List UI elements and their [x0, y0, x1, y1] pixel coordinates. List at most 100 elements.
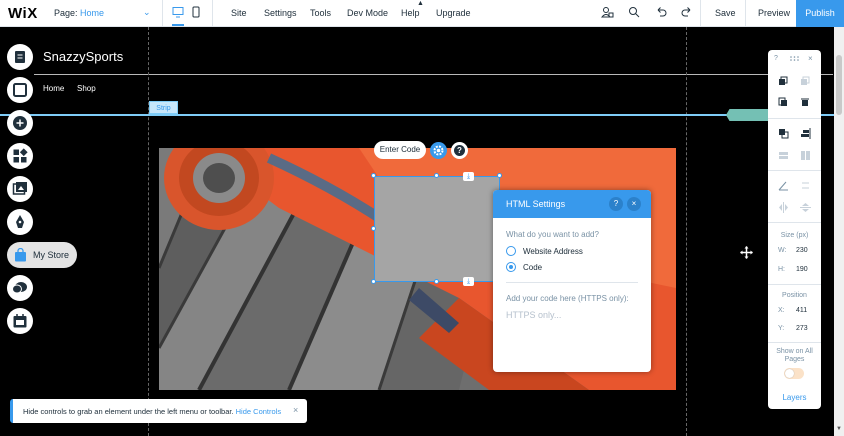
resize-handle[interactable]	[371, 279, 376, 284]
menu-help[interactable]: Help	[401, 8, 420, 18]
code-label[interactable]: Code	[523, 263, 542, 272]
paste-icon	[801, 76, 810, 85]
layers-button[interactable]: Layers	[768, 393, 821, 402]
arrange-icon[interactable]	[778, 128, 789, 139]
toast-close-icon[interactable]: ×	[293, 405, 298, 415]
add-button[interactable]	[7, 110, 33, 136]
align-icon[interactable]	[800, 128, 811, 139]
blog-button[interactable]	[7, 209, 33, 235]
wix-editor: WiX Page: Home ⌄ Site Settings Tools Dev…	[0, 0, 844, 436]
website-address-label[interactable]: Website Address	[523, 247, 583, 256]
resize-handle[interactable]	[371, 173, 376, 178]
gear-icon	[433, 145, 444, 156]
bookings-button[interactable]	[7, 308, 33, 334]
code-textarea[interactable]: HTTPS only...	[506, 310, 561, 320]
app-market-icon	[13, 148, 28, 163]
html-embed-element[interactable]	[374, 176, 500, 282]
panel-header[interactable]: HTML Settings ? ×	[493, 190, 651, 218]
menu-tools[interactable]: Tools	[310, 8, 331, 18]
desktop-active-indicator	[172, 24, 184, 26]
page-value: Home	[80, 8, 105, 18]
divider	[700, 0, 701, 27]
divider	[768, 342, 821, 343]
hide-controls-toast: Hide controls to grab an element under t…	[10, 399, 307, 423]
strip-label[interactable]: Strip	[149, 101, 178, 114]
app-market-button[interactable]	[7, 143, 33, 169]
delete-icon[interactable]	[800, 97, 810, 107]
scroll-down-icon[interactable]: ▼	[836, 426, 842, 432]
radio-code[interactable]	[506, 262, 516, 272]
panel-title: HTML Settings	[506, 199, 566, 209]
match-size-icon	[779, 152, 788, 159]
site-name[interactable]: SnazzySports	[43, 49, 123, 64]
my-store-button[interactable]: My Store	[7, 242, 77, 268]
chevron-down-icon[interactable]: ⌄	[143, 7, 151, 18]
menu-site[interactable]: Site	[231, 8, 247, 18]
y-value[interactable]: 273	[796, 325, 808, 332]
divider	[768, 284, 821, 285]
height-value[interactable]: 190	[796, 266, 808, 273]
copy-icon[interactable]	[778, 76, 788, 86]
chat-button[interactable]	[7, 275, 33, 301]
radio-website-address[interactable]	[506, 246, 516, 256]
publish-button[interactable]: Publish	[796, 0, 844, 27]
divider	[162, 0, 163, 27]
resize-handle[interactable]	[434, 173, 439, 178]
duplicate-icon[interactable]	[778, 97, 788, 107]
menu-upgrade[interactable]: Upgrade	[436, 8, 471, 18]
size-title: Size (px)	[780, 232, 809, 239]
html-settings-panel: HTML Settings ? × What do you want to ad…	[493, 190, 651, 372]
redo-icon[interactable]	[681, 6, 693, 18]
settings-button[interactable]	[430, 142, 447, 159]
x-value[interactable]: 411	[796, 307, 807, 314]
resize-handle[interactable]	[497, 173, 502, 178]
flip-vertical-icon	[800, 203, 811, 212]
enter-code-button[interactable]: Enter Code	[374, 141, 426, 159]
strip-handle[interactable]	[726, 109, 770, 121]
zoom-icon[interactable]	[628, 6, 640, 18]
nav-home[interactable]: Home	[43, 84, 64, 93]
collapse-toolbar-icon[interactable]: ▲	[417, 0, 424, 7]
menu-settings[interactable]: Settings	[264, 8, 297, 18]
wix-logo[interactable]: WiX	[8, 5, 38, 22]
rotate-icon[interactable]	[778, 180, 789, 191]
pages-icon	[15, 51, 25, 63]
nav-shop[interactable]: Shop	[77, 84, 96, 93]
position-title: Position	[782, 292, 807, 299]
width-key: W:	[778, 247, 787, 254]
toast-message: Hide controls to grab an element under t…	[23, 407, 281, 416]
panel-help-button[interactable]: ?	[609, 197, 623, 211]
stretch-top-icon[interactable]: ⤓	[463, 172, 474, 181]
resize-handle[interactable]	[371, 226, 376, 231]
gridline-right	[686, 27, 687, 436]
pages-button[interactable]	[7, 44, 33, 70]
undo-icon[interactable]	[655, 6, 667, 18]
add-question-label: What do you want to add?	[506, 230, 599, 239]
add-icon	[13, 116, 27, 130]
panel-divider	[506, 282, 638, 283]
save-button[interactable]: Save	[715, 8, 736, 18]
media-button[interactable]	[7, 176, 33, 202]
toolbar-close-icon[interactable]: ×	[808, 54, 813, 63]
menu-dev-mode[interactable]: Dev Mode	[347, 8, 388, 18]
preview-button[interactable]: Preview	[758, 8, 790, 18]
add-user-icon[interactable]	[601, 6, 614, 19]
divider	[212, 0, 213, 27]
desktop-icon[interactable]	[172, 6, 184, 18]
width-value[interactable]: 230	[796, 247, 808, 254]
drag-handle-icon[interactable]	[790, 56, 799, 61]
background-button[interactable]	[7, 77, 33, 103]
resize-handle[interactable]	[434, 279, 439, 284]
panel-close-button[interactable]: ×	[627, 197, 641, 211]
mobile-icon[interactable]	[192, 6, 200, 18]
page-selector[interactable]: Page: Home	[54, 8, 104, 18]
hide-controls-link[interactable]: Hide Controls	[236, 407, 281, 416]
stretch-bottom-icon[interactable]: ⤓	[463, 277, 474, 286]
show-on-all-pages-label: Show on All Pages	[776, 348, 813, 363]
scrollbar-thumb[interactable]	[836, 55, 842, 115]
show-on-all-pages-toggle[interactable]	[784, 368, 804, 379]
element-help-button[interactable]: ?	[451, 142, 468, 159]
blog-icon	[16, 215, 24, 228]
move-cursor-icon	[740, 246, 753, 259]
toolbar-help-button[interactable]: ?	[774, 55, 778, 62]
